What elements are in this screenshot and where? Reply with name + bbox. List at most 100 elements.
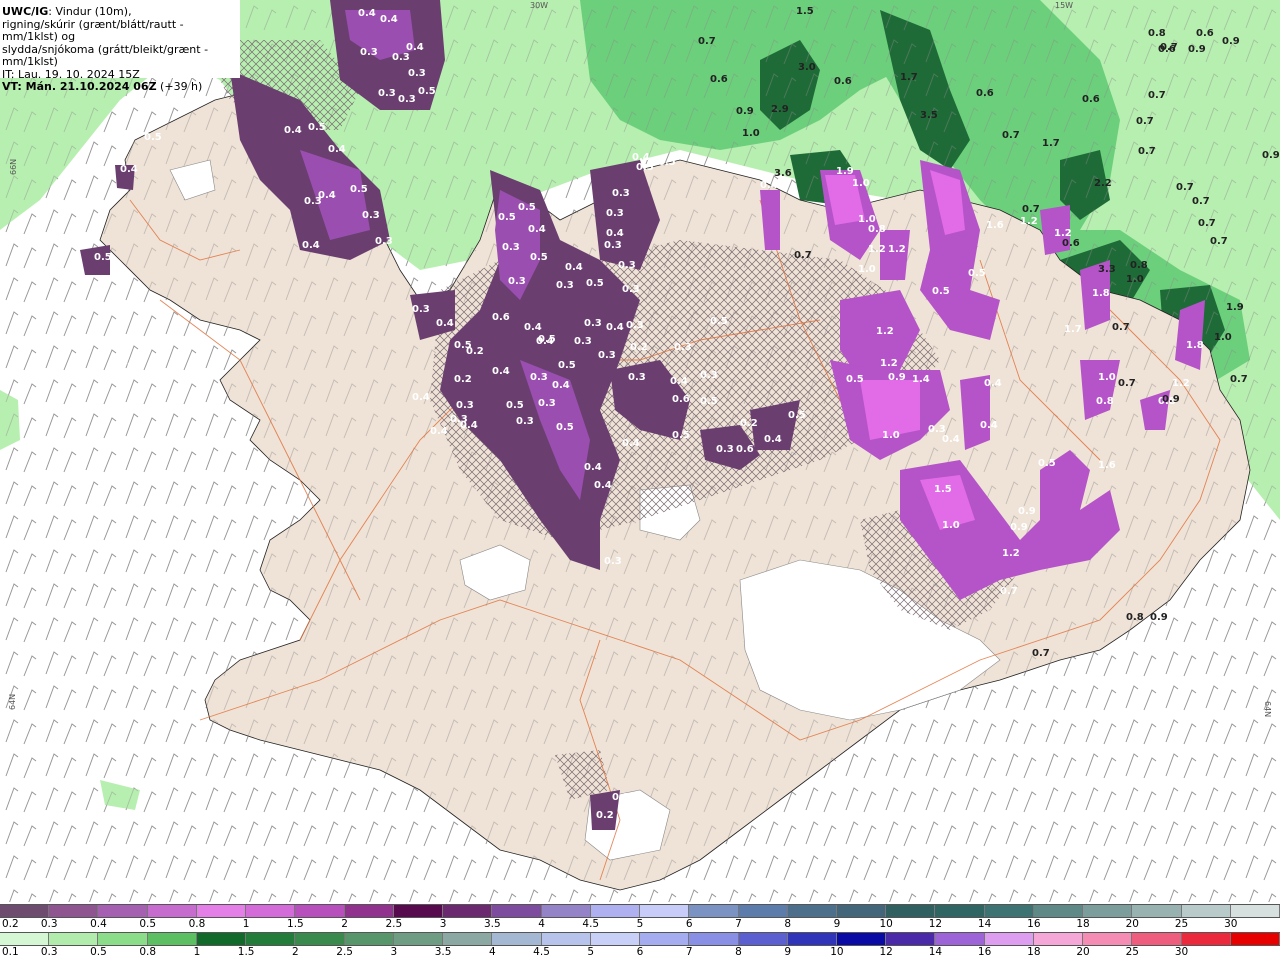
precip-value-label: 0.4	[284, 125, 302, 136]
precip-value-label: 0.5	[788, 410, 806, 421]
precip-value-label: 0.6	[1062, 238, 1080, 249]
precip-value-label: 0.7	[794, 250, 812, 261]
scale-swatch	[196, 933, 247, 945]
scale-swatch	[1230, 933, 1280, 945]
precip-value-label: 0.5	[636, 162, 654, 173]
coord-top-left: 30W	[530, 1, 548, 10]
precip-value-label: 1.6	[986, 220, 1004, 231]
precip-value-label: 0.3	[674, 342, 692, 353]
precip-value-label: 0.5	[144, 132, 162, 143]
precip-value-label: 1.2	[1002, 548, 1020, 559]
precip-value-label: 0.7	[1022, 204, 1040, 215]
scale-swatch	[0, 933, 50, 945]
precip-value-label: 0.3	[450, 414, 468, 425]
scale-swatch	[246, 933, 296, 945]
scale-swatch	[1230, 905, 1280, 917]
precip-value-label: 3.6	[774, 168, 792, 179]
scale-swatch	[344, 933, 394, 945]
precip-value-label: 0.5	[350, 184, 368, 195]
coord-top-right: 15W	[1055, 1, 1073, 10]
precip-value-label: 0.4	[942, 434, 960, 445]
precip-value-label: 1.9	[836, 166, 854, 177]
scale-swatch	[541, 905, 591, 917]
precip-value-label: 0.6	[834, 76, 852, 87]
precip-value-label: 0.4	[565, 262, 583, 273]
scale-tick-label: 0.8	[139, 946, 157, 958]
precip-value-label: 0.3	[116, 362, 134, 373]
precip-value-label: 1.0	[1098, 372, 1116, 383]
forecast-map: 30W 15W 66N 64N 64N 0.40.40.3 0.30.30.30.…	[0, 0, 1280, 902]
precip-value-label: 0.7	[1148, 90, 1166, 101]
precip-value-label: 0.3	[716, 444, 734, 455]
precip-value-label: 0.4	[328, 144, 346, 155]
precip-value-label: 0.2	[596, 810, 614, 821]
precip-value-label: 0.3	[604, 240, 622, 251]
precip-value-label: 0.8	[1126, 612, 1144, 623]
precip-value-label: 0.3	[392, 52, 410, 63]
precip-value-label: 0.4	[984, 378, 1002, 389]
precip-value-label: 0.6	[976, 88, 994, 99]
precip-value-label: 0.3	[626, 320, 644, 331]
precip-value-label: 1.8	[1186, 340, 1204, 351]
precip-value-label: 0.4	[632, 152, 650, 163]
precip-value-label: 0.9	[736, 106, 754, 117]
rain-scale-swatches	[0, 932, 1280, 946]
scale-tick-label: 0.4	[90, 918, 107, 930]
scale-swatch	[147, 933, 197, 945]
precip-value-label: 0.3	[612, 792, 630, 803]
precip-value-label: 0.5	[506, 400, 524, 411]
precip-value-label: 0.4	[406, 42, 424, 53]
scale-swatch	[246, 905, 296, 917]
precip-value-label: 0.4	[528, 224, 546, 235]
scale-tick-label: 4	[538, 918, 545, 930]
scale-tick-label: 2	[292, 946, 299, 958]
scale-tick-label: 5	[587, 946, 595, 958]
precip-value-label: 0.7	[1002, 130, 1020, 141]
precip-value-label: 0.7	[1230, 374, 1248, 385]
rain-legend-text: rigning/skúrir (grænt/blátt/rautt - mm/1…	[2, 17, 184, 43]
scale-swatch	[196, 905, 247, 917]
precip-value-label: 0.4	[302, 240, 320, 251]
scale-tick-label: 4	[488, 946, 496, 958]
precip-value-label: 0.3	[378, 88, 396, 99]
precip-value-label: 0.2	[454, 374, 472, 385]
precip-value-label: 0.3	[604, 556, 622, 567]
precip-value-label: 0.8	[868, 224, 886, 235]
scale-swatch	[886, 933, 936, 945]
coord-left-lower: 64N	[8, 694, 17, 710]
precip-value-label: 0.9	[1188, 44, 1206, 55]
precip-value-label: 0.3	[375, 236, 393, 247]
precip-value-label: 0.5	[308, 122, 326, 133]
precip-value-label: 0.4	[536, 336, 554, 347]
precip-value-label: 0.4	[622, 438, 640, 449]
precip-value-label: 0.3	[408, 68, 426, 79]
rain-scale-ticks: 0.1 0.3 0.5 0.8 1 1.5 2 2.5 3 3.5 4 4.5 5 6 7 8 9 10 12 14 1…	[0, 946, 1280, 960]
precip-value-label: 0.3	[502, 242, 520, 253]
precip-value-label: 0.4	[764, 434, 782, 445]
precip-value-label: 0.9	[888, 372, 906, 383]
scale-swatch	[787, 933, 837, 945]
scale-tick-label: 1	[193, 946, 201, 958]
precip-value-label: 0.3	[556, 280, 574, 291]
scale-tick-label: 20	[1076, 946, 1090, 958]
precip-value-label: 1.6	[1098, 460, 1116, 471]
precip-value-label: 0.3	[538, 398, 556, 409]
precip-value-label: 1.0	[742, 128, 760, 139]
precip-value-label: 0.6	[1196, 28, 1214, 39]
scale-tick-label: 25	[1125, 946, 1139, 958]
scale-tick-label: 14	[977, 918, 992, 930]
scale-swatch	[738, 933, 788, 945]
precip-value-label: 0.7	[1192, 196, 1210, 207]
precip-value-label: 0.8	[1096, 396, 1114, 407]
scale-swatch	[836, 905, 887, 917]
precip-value-label: 0.8	[1148, 28, 1166, 39]
precip-value-label: 0.6	[672, 394, 690, 405]
scale-swatch	[1132, 933, 1182, 945]
precip-value-label: 1.2	[888, 244, 906, 255]
color-scale-bar: 0.2 0.3 0.4 0.5 0.8 1 1.5 2 2.5 3 3.5 4 4.5 5 6 7 8 9 10 12…	[0, 902, 1280, 960]
scale-swatch	[984, 905, 1034, 917]
precip-value-label: 0.3	[360, 47, 378, 58]
scale-tick-label: 3.5	[434, 946, 452, 958]
scale-swatch	[1083, 933, 1133, 945]
scale-swatch	[886, 905, 936, 917]
